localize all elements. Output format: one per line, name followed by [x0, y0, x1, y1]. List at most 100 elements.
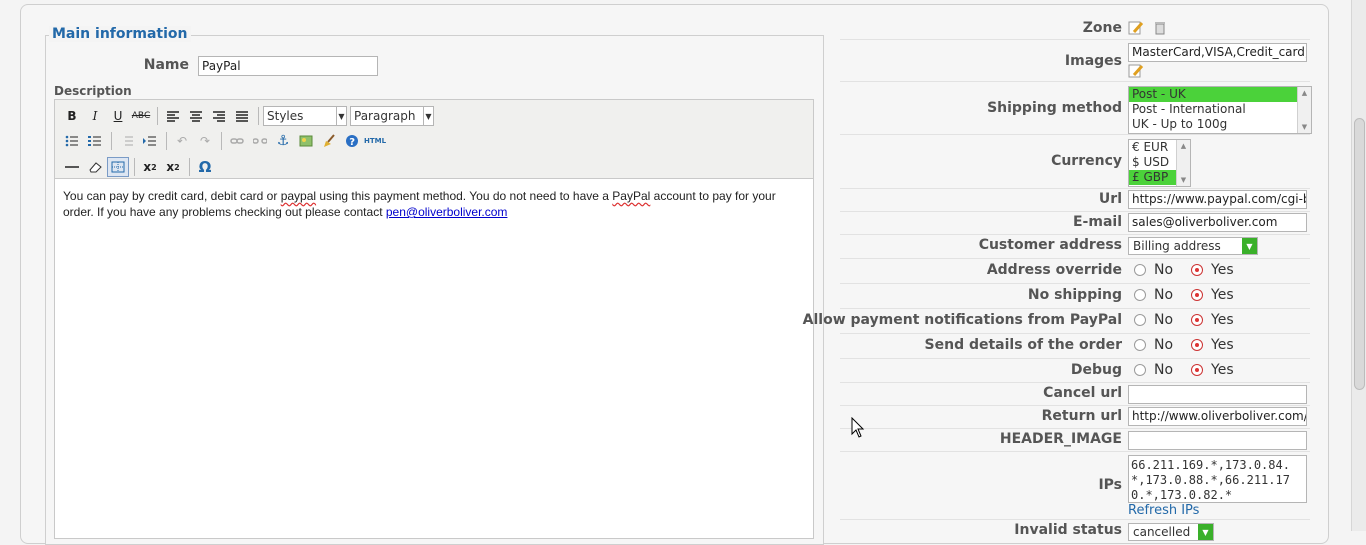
- no-shipping-no-radio[interactable]: [1134, 289, 1146, 301]
- contact-email-link[interactable]: pen@oliverboliver.com: [386, 205, 508, 219]
- toolbar-separator: [258, 107, 259, 125]
- radio-no-label: No: [1154, 362, 1174, 378]
- numbered-list-icon[interactable]: [84, 131, 106, 151]
- invalid-status-select[interactable]: cancelled ▼: [1128, 523, 1214, 541]
- toolbar-separator: [221, 132, 222, 150]
- listbox-scrollbar[interactable]: ▲ ▼: [1176, 140, 1190, 186]
- undo-icon[interactable]: ↶: [171, 131, 193, 151]
- address-override-yes-radio[interactable]: [1191, 264, 1204, 276]
- description-content[interactable]: You can pay by credit card, debit card o…: [63, 188, 798, 220]
- images-input[interactable]: MasterCard,VISA,Credit_card,: [1128, 43, 1307, 62]
- header-image-row: HEADER_IMAGE: [840, 429, 1310, 452]
- italic-icon[interactable]: I: [84, 106, 106, 126]
- outdent-icon[interactable]: [116, 131, 138, 151]
- customer-address-select[interactable]: Billing address ▼: [1128, 237, 1258, 255]
- listbox-scrollbar[interactable]: ▲ ▼: [1297, 87, 1311, 133]
- url-field: https://www.paypal.com/cgi-b: [1128, 190, 1307, 209]
- help-icon[interactable]: ?: [341, 131, 363, 151]
- description-text-spell-1: paypal: [280, 189, 317, 203]
- name-input[interactable]: [198, 56, 378, 76]
- currency-option[interactable]: £ GBP: [1129, 170, 1176, 185]
- debug-row: Debug No Yes: [840, 359, 1310, 383]
- shipping-option[interactable]: Post - UK: [1129, 87, 1297, 102]
- scroll-up-icon: ▲: [1301, 89, 1308, 97]
- address-override-no-radio[interactable]: [1134, 264, 1146, 276]
- no-shipping-yes-radio[interactable]: [1191, 289, 1204, 301]
- bullet-list-icon[interactable]: [61, 131, 83, 151]
- allow-notifications-yes-radio[interactable]: [1191, 314, 1204, 326]
- radio-no-label: No: [1154, 262, 1174, 278]
- ips-row: IPs 66.211.169.*,173.0.84.*,173.0.88.*,6…: [840, 452, 1310, 520]
- anchor-icon[interactable]: ⚓: [272, 131, 294, 151]
- header-image-input[interactable]: [1128, 431, 1307, 450]
- html-source-button[interactable]: HTML: [364, 131, 386, 151]
- superscript-icon[interactable]: x2: [162, 157, 184, 177]
- images-row: Images MasterCard,VISA,Credit_card,: [840, 40, 1310, 82]
- cancel-url-row: Cancel url: [840, 383, 1310, 406]
- refresh-ips-link[interactable]: Refresh IPs: [1128, 503, 1307, 518]
- styles-select[interactable]: Styles ▼: [263, 106, 347, 126]
- cancel-url-label: Cancel url: [1043, 385, 1122, 401]
- description-editor: B I U ABC Styles ▼ Paragraph ▼ ↶ ↷ ⚓ ? H…: [54, 99, 814, 539]
- customer-address-label: Customer address: [978, 237, 1122, 253]
- name-label: Name: [143, 57, 189, 73]
- scroll-down-icon: ▼: [1180, 176, 1187, 184]
- ips-textarea[interactable]: 66.211.169.*,173.0.84.*,173.0.88.*,66.21…: [1128, 455, 1307, 503]
- bold-icon[interactable]: B: [61, 106, 83, 126]
- return-url-label: Return url: [1041, 408, 1122, 424]
- radio-yes-label: Yes: [1211, 262, 1234, 278]
- image-icon[interactable]: [295, 131, 317, 151]
- radio-no-label: No: [1154, 312, 1174, 328]
- eraser-icon[interactable]: [84, 157, 106, 177]
- special-character-icon[interactable]: Ω: [194, 157, 216, 177]
- shipping-option[interactable]: Post - International: [1129, 102, 1311, 117]
- page-scrollbar[interactable]: [1351, 0, 1366, 531]
- url-input[interactable]: https://www.paypal.com/cgi-b: [1128, 190, 1307, 209]
- debug-no-radio[interactable]: [1134, 364, 1146, 376]
- send-details-yes-radio[interactable]: [1191, 339, 1204, 351]
- visual-aid-icon[interactable]: [107, 157, 129, 177]
- chevron-down-icon: ▼: [423, 107, 433, 125]
- paragraph-select[interactable]: Paragraph ▼: [350, 106, 434, 126]
- images-edit-icon[interactable]: [1128, 63, 1144, 79]
- currency-listbox[interactable]: € EUR $ USD £ GBP ▲ ▼: [1128, 139, 1191, 187]
- return-url-input[interactable]: http://www.oliverboliver.com/: [1128, 407, 1307, 426]
- send-details-no-radio[interactable]: [1134, 339, 1146, 351]
- horizontal-rule-icon[interactable]: [61, 157, 83, 177]
- debug-yes-radio[interactable]: [1191, 364, 1204, 376]
- scrollbar-thumb[interactable]: [1354, 118, 1365, 390]
- radio-yes-label: Yes: [1211, 362, 1234, 378]
- cancel-url-input[interactable]: [1128, 385, 1307, 404]
- address-override-label: Address override: [986, 262, 1122, 278]
- justify-icon[interactable]: [231, 106, 253, 126]
- strikethrough-icon[interactable]: ABC: [130, 106, 152, 126]
- delete-icon[interactable]: [1152, 20, 1168, 36]
- link-icon[interactable]: [226, 131, 248, 151]
- cleanup-icon[interactable]: [318, 131, 340, 151]
- radio-yes-label: Yes: [1211, 287, 1234, 303]
- editor-toolbar: B I U ABC Styles ▼ Paragraph ▼ ↶ ↷ ⚓ ? H…: [55, 100, 813, 179]
- indent-icon[interactable]: [139, 131, 161, 151]
- chevron-down-icon: ▼: [336, 107, 346, 125]
- underline-icon[interactable]: U: [107, 106, 129, 126]
- edit-icon[interactable]: [1128, 20, 1144, 36]
- align-left-icon[interactable]: [162, 106, 184, 126]
- shipping-method-listbox[interactable]: Post - UK Post - International UK - Up t…: [1128, 86, 1312, 134]
- currency-label: Currency: [1051, 153, 1122, 169]
- send-details-label: Send details of the order: [924, 337, 1122, 353]
- email-input[interactable]: sales@oliverboliver.com: [1128, 213, 1307, 232]
- toolbar-separator: [111, 132, 112, 150]
- cancel-url-field: [1128, 385, 1307, 404]
- shipping-option[interactable]: UK - Up to 100g: [1129, 117, 1311, 132]
- redo-icon[interactable]: ↷: [194, 131, 216, 151]
- toolbar-row-1: B I U ABC Styles ▼ Paragraph ▼: [61, 105, 437, 127]
- toolbar-separator: [189, 158, 190, 176]
- allow-notifications-label: Allow payment notifications from PayPal: [802, 312, 1122, 328]
- align-center-icon[interactable]: [185, 106, 207, 126]
- unlink-icon[interactable]: [249, 131, 271, 151]
- send-details-row: Send details of the order No Yes: [840, 334, 1310, 359]
- subscript-icon[interactable]: x2: [139, 157, 161, 177]
- allow-notifications-no-radio[interactable]: [1134, 314, 1146, 326]
- invalid-status-row: Invalid status cancelled ▼: [840, 520, 1310, 542]
- align-right-icon[interactable]: [208, 106, 230, 126]
